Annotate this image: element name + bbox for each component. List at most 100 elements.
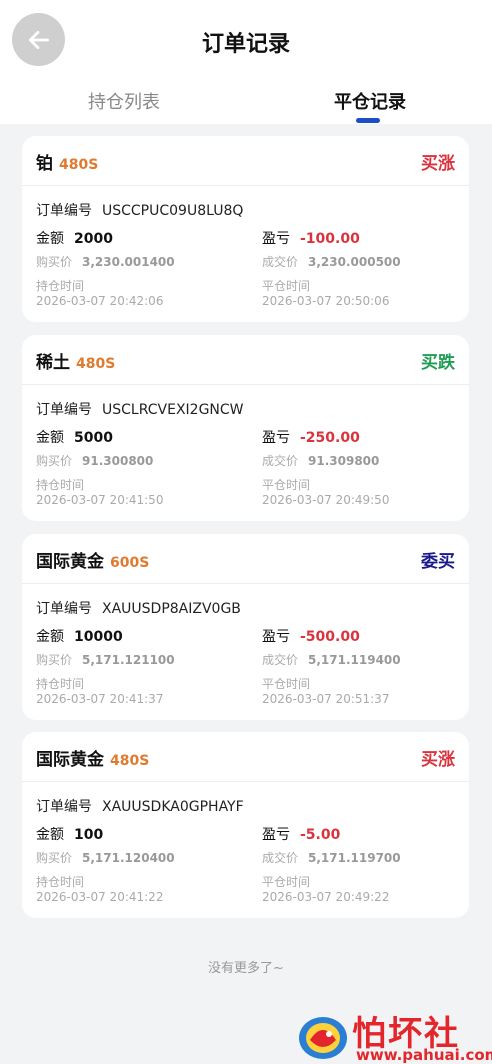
no-more-text: 没有更多了~ [208, 961, 284, 976]
order-card-header: 稀土 480S 买跌 [22, 335, 469, 385]
hold-time-label: 持仓时间 [36, 875, 85, 889]
order-card-header: 国际黄金 600S 委买 [22, 534, 469, 584]
close-time-value: 2026-03-07 20:51:37 [262, 692, 390, 706]
close-time-label: 平仓时间 [262, 279, 311, 293]
deal-price-value: 5,171.119400 [308, 653, 401, 667]
order-number-value: XAUUSDP8AIZV0GB [102, 601, 241, 617]
amount-label: 金额 [36, 231, 64, 247]
buy-price-row: 购买价 5,171.120400 [36, 849, 175, 866]
buy-price-label: 购买价 [36, 653, 73, 667]
order-number-label: 订单编号 [36, 203, 92, 219]
buy-price-label: 购买价 [36, 851, 73, 865]
order-number-label: 订单编号 [36, 799, 92, 815]
pnl-label: 盈亏 [262, 827, 290, 843]
direction-label: 买涨 [421, 750, 455, 770]
deal-price-label: 成交价 [262, 454, 299, 468]
deal-price-label: 成交价 [262, 851, 299, 865]
hold-time-label: 持仓时间 [36, 279, 85, 293]
order-card[interactable]: 国际黄金 480S 买涨 订单编号 XAUUSDKA0GPHAYF 金额 100 盈亏… [22, 732, 469, 918]
buy-price-row: 购买价 5,171.121100 [36, 651, 175, 668]
order-card[interactable]: 国际黄金 600S 委买 订单编号 XAUUSDP8AIZV0GB 金额 10000 … [22, 534, 469, 720]
order-number-label: 订单编号 [36, 601, 92, 617]
buy-price-value: 91.300800 [82, 454, 154, 468]
amount-value: 100 [74, 827, 104, 843]
amount-label: 金额 [36, 827, 64, 843]
duration-badge: 480S [110, 753, 150, 769]
buy-price-label: 购买价 [36, 454, 73, 468]
buy-price-value: 5,171.120400 [82, 851, 175, 865]
tab-holdings[interactable]: 持仓列表 [88, 88, 160, 114]
direction-label: 买涨 [421, 154, 455, 174]
pnl-row: 盈亏 -250.00 [262, 427, 360, 447]
order-card-header: 国际黄金 480S 买涨 [22, 732, 469, 782]
active-tab-indicator [356, 118, 380, 123]
amount-row: 金额 2000 [36, 228, 113, 248]
duration-badge: 600S [110, 555, 150, 571]
tab-bar: 持仓列表 平仓记录 [0, 84, 492, 124]
order-number-row: 订单编号 USCLRCVEXI2GNCW [36, 399, 244, 419]
buy-price-label: 购买价 [36, 255, 73, 269]
order-number-row: 订单编号 XAUUSDP8AIZV0GB [36, 598, 241, 618]
deal-price-value: 3,230.000500 [308, 255, 401, 269]
order-number-value: XAUUSDKA0GPHAYF [102, 799, 244, 815]
hold-time-label: 持仓时间 [36, 478, 85, 492]
deal-price-label: 成交价 [262, 255, 299, 269]
order-card[interactable]: 稀土 480S 买跌 订单编号 USCLRCVEXI2GNCW 金额 5000 盈亏 -… [22, 335, 469, 521]
amount-row: 金额 5000 [36, 427, 113, 447]
order-number-label: 订单编号 [36, 402, 92, 418]
product-name: 铂 [36, 154, 53, 174]
close-time-label: 平仓时间 [262, 478, 311, 492]
amount-value: 2000 [74, 231, 113, 247]
pnl-row: 盈亏 -100.00 [262, 228, 360, 248]
close-time-label: 平仓时间 [262, 875, 311, 889]
amount-row: 金额 100 [36, 824, 103, 844]
close-time-value: 2026-03-07 20:49:50 [262, 493, 390, 507]
product-name: 稀土 [36, 353, 70, 373]
watermark-url: www.pahuai.com [356, 1046, 492, 1064]
amount-label: 金额 [36, 430, 64, 446]
amount-row: 金额 10000 [36, 626, 123, 646]
deal-price-label: 成交价 [262, 653, 299, 667]
order-number-row: 订单编号 XAUUSDKA0GPHAYF [36, 796, 244, 816]
buy-price-row: 购买价 3,230.001400 [36, 253, 175, 270]
deal-price-row: 成交价 3,230.000500 [262, 253, 401, 270]
hold-time-value: 2026-03-07 20:41:37 [36, 692, 164, 706]
order-number-value: USCCPUC09U8LU8Q [102, 203, 244, 219]
watermark-logo-icon [299, 1017, 347, 1059]
duration-badge: 480S [59, 157, 99, 173]
deal-price-value: 91.309800 [308, 454, 380, 468]
deal-price-row: 成交价 5,171.119400 [262, 651, 401, 668]
order-card-header: 铂 480S 买涨 [22, 136, 469, 186]
pnl-value: -5.00 [300, 827, 341, 843]
direction-label: 买跌 [421, 353, 455, 373]
product-name: 国际黄金 [36, 552, 104, 572]
pnl-value: -250.00 [300, 430, 360, 446]
tab-closed-records[interactable]: 平仓记录 [334, 88, 406, 114]
site-watermark: 怕坏社区 www.pahuai.com [296, 1004, 492, 1064]
header: 订单记录 [0, 0, 492, 84]
deal-price-row: 成交价 5,171.119700 [262, 849, 401, 866]
duration-badge: 480S [76, 356, 116, 372]
amount-label: 金额 [36, 629, 64, 645]
close-time-value: 2026-03-07 20:49:22 [262, 890, 390, 904]
order-number-value: USCLRCVEXI2GNCW [102, 402, 244, 418]
amount-value: 10000 [74, 629, 123, 645]
page-title: 订单记录 [201, 32, 290, 57]
product-name: 国际黄金 [36, 750, 104, 770]
hold-time-label: 持仓时间 [36, 677, 85, 691]
buy-price-row: 购买价 91.300800 [36, 452, 153, 469]
buy-price-value: 3,230.001400 [82, 255, 175, 269]
hold-time-value: 2026-03-07 20:41:50 [36, 493, 164, 507]
hold-time-value: 2026-03-07 20:41:22 [36, 890, 164, 904]
close-time-value: 2026-03-07 20:50:06 [262, 294, 390, 308]
pnl-label: 盈亏 [262, 629, 290, 645]
deal-price-value: 5,171.119700 [308, 851, 401, 865]
direction-label: 委买 [421, 552, 455, 572]
order-card[interactable]: 铂 480S 买涨 订单编号 USCCPUC09U8LU8Q 金额 2000 盈亏 -1… [22, 136, 469, 322]
close-time-label: 平仓时间 [262, 677, 311, 691]
amount-value: 5000 [74, 430, 113, 446]
hold-time-value: 2026-03-07 20:42:06 [36, 294, 164, 308]
pnl-label: 盈亏 [262, 430, 290, 446]
deal-price-row: 成交价 91.309800 [262, 452, 379, 469]
buy-price-value: 5,171.121100 [82, 653, 175, 667]
